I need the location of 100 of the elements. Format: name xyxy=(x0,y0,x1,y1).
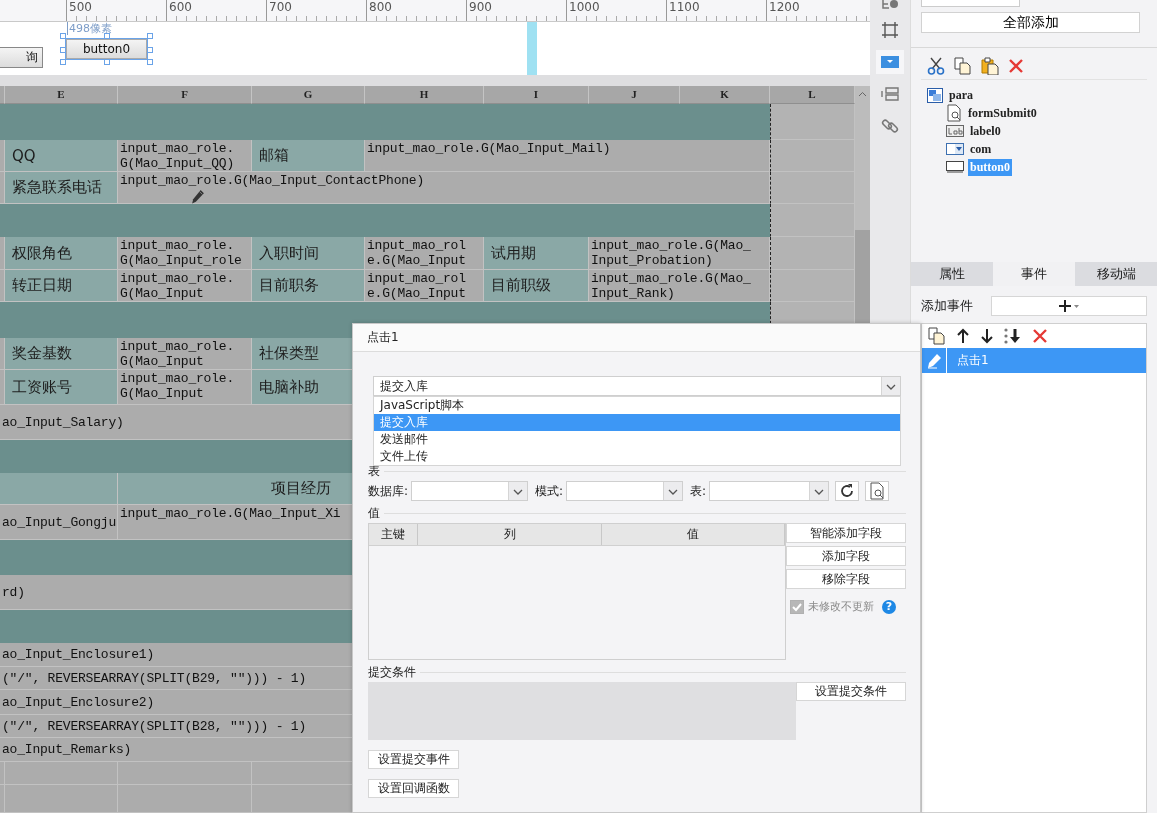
ruler-label: 1000 xyxy=(566,0,666,21)
select-field[interactable] xyxy=(709,481,830,501)
add-all-button[interactable]: 全部添加 xyxy=(921,12,1140,33)
tool-button[interactable] xyxy=(876,50,904,74)
action-button[interactable]: 设置提交条件 xyxy=(796,682,906,701)
resize-handle[interactable] xyxy=(104,33,110,39)
tree-item[interactable]: com xyxy=(968,140,994,158)
ruler-label: 500 xyxy=(66,0,166,21)
tree-item[interactable]: label0 xyxy=(968,122,1003,140)
scissors-icon[interactable] xyxy=(927,57,945,75)
delete-icon[interactable] xyxy=(1032,328,1048,344)
select-field[interactable] xyxy=(566,481,684,501)
table-cell: 目前职务 xyxy=(252,270,365,302)
document-search-icon xyxy=(946,104,962,122)
edit-icon xyxy=(926,352,942,369)
table-cell: 入职时间 xyxy=(252,237,365,270)
table-cell: QQ xyxy=(5,140,118,172)
dropdown-option[interactable]: 文件上传 xyxy=(374,448,900,465)
column-header: F xyxy=(118,86,252,104)
ruler-label: 600 xyxy=(166,0,266,21)
event-label: 点击1 xyxy=(956,352,989,369)
preview-button[interactable] xyxy=(865,481,890,501)
table-cell: 权限角色 xyxy=(5,237,118,270)
column-header: I xyxy=(484,86,589,104)
table-cell: input_mao_rol e.G(Mao_Input xyxy=(365,270,484,302)
table-cell: input_mao_role.G(Mao_Input_Mail) xyxy=(365,140,770,172)
table-cell: ao_Input_Gongju xyxy=(0,505,118,540)
dropdown-icon xyxy=(946,143,964,155)
paste-icon[interactable] xyxy=(981,57,999,75)
tab[interactable]: 属性 xyxy=(911,262,993,286)
ruler-label: 900 xyxy=(466,0,566,21)
table-cell: 工资账号 xyxy=(5,370,118,405)
up-arrow-icon[interactable] xyxy=(956,328,970,344)
section-label: 值 xyxy=(368,504,381,522)
input-field[interactable] xyxy=(921,0,1020,7)
table-cell: input_mao_role. G(Mao_Input xyxy=(118,270,252,302)
copy-icon[interactable] xyxy=(928,327,946,345)
canvas-button[interactable]: 询 xyxy=(0,47,43,68)
column-header: K xyxy=(680,86,770,104)
pencil-icon xyxy=(190,189,206,205)
table-cell: input_mao_role.G(Mao_ Input_Rank) xyxy=(589,270,770,302)
table-cell: 试用期 xyxy=(484,237,589,270)
help-button[interactable]: ? xyxy=(882,599,896,614)
guide-strip xyxy=(527,22,537,75)
table-cell: 转正日期 xyxy=(5,270,118,302)
dialog-title: 点击1 xyxy=(353,324,920,352)
delete-icon[interactable] xyxy=(1008,58,1024,74)
add-event-button[interactable] xyxy=(991,296,1147,316)
plus-icon xyxy=(1058,299,1080,313)
resize-handle[interactable] xyxy=(60,33,66,39)
column-header: G xyxy=(252,86,365,104)
select-value: 提交入库 xyxy=(379,377,429,395)
table-cell: 奖金基数 xyxy=(5,338,118,370)
ruler-label: 1100 xyxy=(666,0,766,21)
column-header: E xyxy=(5,86,118,104)
link-icon xyxy=(881,117,899,135)
copy-icon[interactable] xyxy=(954,57,972,75)
table-cell: input_mao_role. G(Mao_Input xyxy=(118,370,252,405)
table-cell: input_mao_role. G(Mao_Input_QQ) xyxy=(118,140,252,172)
document-search-icon xyxy=(869,482,886,500)
column-header: 值 xyxy=(602,524,785,545)
panel-icon xyxy=(927,87,943,103)
table-cell: 目前职级 xyxy=(484,270,589,302)
field-label: 表: xyxy=(690,482,707,500)
frame-icon xyxy=(881,21,899,39)
column-header: 列 xyxy=(418,524,602,545)
resize-handle[interactable] xyxy=(147,33,153,39)
button-icon xyxy=(946,161,964,173)
table-cell: 紧急联系电话 xyxy=(5,172,118,204)
move-bottom-icon[interactable] xyxy=(1004,328,1022,344)
ruler-label: 700 xyxy=(266,0,366,21)
action-button[interactable]: 设置回调函数 xyxy=(368,779,459,798)
tab[interactable]: 移动端 xyxy=(1075,262,1157,286)
tree-item[interactable]: para xyxy=(947,86,975,104)
ruler-label: 1200 xyxy=(766,0,866,21)
column-header: L xyxy=(770,86,855,104)
add-event-label: 添加事件 xyxy=(921,297,974,315)
column-header: H xyxy=(365,86,484,104)
tree-item[interactable]: formSubmit0 xyxy=(966,104,1039,122)
dropdown-icon xyxy=(881,55,899,69)
column-header: J xyxy=(589,86,680,104)
action-button[interactable]: 移除字段 xyxy=(786,569,906,589)
select-field[interactable] xyxy=(411,481,529,501)
field-label: 数据库: xyxy=(368,482,409,500)
action-button[interactable]: 智能添加字段 xyxy=(786,523,906,543)
ruler-label: 800 xyxy=(366,0,466,21)
checkbox-label: 未修改不更新 xyxy=(808,599,874,614)
info-icon xyxy=(881,0,899,10)
down-arrow-icon[interactable] xyxy=(980,328,994,344)
table-cell: input_mao_role.G(Mao_ Input_Probation) xyxy=(589,237,770,270)
refresh-icon xyxy=(839,483,856,499)
canvas-button[interactable]: button0 xyxy=(66,39,147,59)
action-button[interactable]: 设置提交事件 xyxy=(368,750,459,769)
action-button[interactable]: 添加字段 xyxy=(786,546,906,566)
label-icon xyxy=(946,125,964,137)
list-icon xyxy=(881,86,899,102)
field-label: 模式: xyxy=(535,482,564,500)
resize-handle[interactable] xyxy=(104,59,110,65)
table-cell: 邮箱 xyxy=(252,140,365,172)
refresh-button[interactable] xyxy=(835,481,860,501)
